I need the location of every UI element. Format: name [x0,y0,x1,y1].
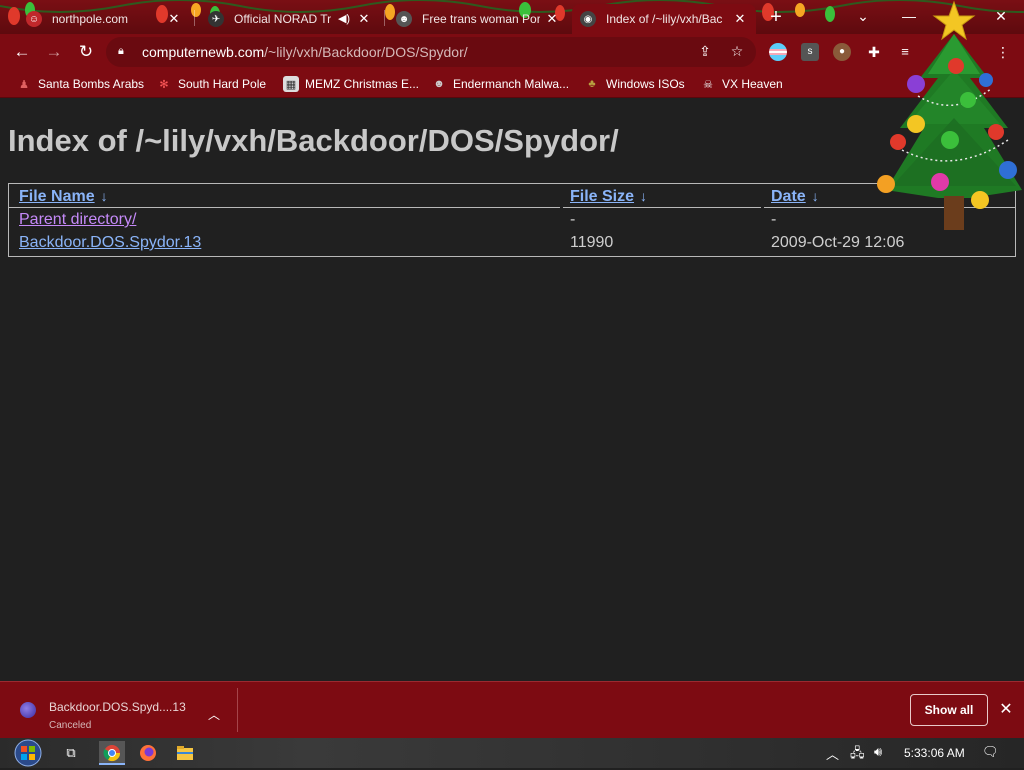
tab-index-spydor[interactable]: ◉ Index of /~lily/vxh/Bac ✕ [572,4,756,34]
trans-flag-extension-icon[interactable] [769,43,787,61]
tab-title: Index of /~lily/vxh/Bac [606,12,723,26]
taskbar-clock[interactable]: 5:33:06 AM [904,746,965,760]
sort-arrow-icon: ↓ [811,188,819,204]
tab-strip: ☺ northpole.com ✕ ✈ Official NORAD Tr ◀)… [0,0,1024,34]
reload-button[interactable]: ↻ [74,40,98,64]
close-tab-icon[interactable]: ✕ [356,11,372,27]
memz-icon: ▦ [283,76,299,92]
show-all-button[interactable]: Show all [910,694,988,726]
sort-arrow-icon: ↓ [640,188,648,204]
url-host: computernewb.com [142,44,265,60]
santa-icon: ♟ [19,78,29,91]
bookmark-memz-christmas[interactable]: ▦ MEMZ Christmas E... [283,75,419,93]
tab-title: Free trans woman Porn [422,12,540,26]
media-queue-icon[interactable]: ≡ [896,43,914,61]
lock-icon[interactable]: 🔒︎ [118,45,130,59]
bookmark-label: Endermanch Malwa... [453,77,570,91]
tree-icon: ♣ [588,78,596,90]
column-header-file-name[interactable]: File Name ↓ [19,188,108,206]
sort-arrow-icon: ↓ [100,188,108,204]
folder-icon [177,746,193,760]
avatar-extension-icon[interactable]: ● [833,43,851,61]
bookmark-star-icon[interactable]: ☆ [728,42,746,60]
close-tab-icon[interactable]: ✕ [732,11,748,27]
tab-free-trans[interactable]: ☻ Free trans woman Porn ✕ [388,4,568,34]
bookmark-label: MEMZ Christmas E... [305,77,420,91]
column-header-file-size[interactable]: File Size ↓ [570,188,647,206]
tab-search-button[interactable]: ⌄ [845,4,881,28]
volume-icon[interactable]: 🔊︎ [874,744,882,760]
snowflake-icon: ✻ [159,78,169,91]
firefox-icon [140,745,156,761]
raccoon-icon: ☻ [433,78,445,90]
vx-icon: ☠ [703,78,713,91]
share-icon[interactable]: ⇪ [696,42,714,60]
show-hidden-icons-chevron-icon[interactable]: ︿ [826,744,839,763]
download-shelf: Backdoor.DOS.Spyd....13 Canceled ︿ Show … [0,681,1024,738]
download-item[interactable]: Backdoor.DOS.Spyd....13 Canceled ︿ [12,688,238,732]
close-download-shelf-icon[interactable]: ✕ [996,700,1016,720]
bookmark-label: Santa Bombs Arabs [38,77,145,91]
bookmark-santa-bombs[interactable]: ♟ Santa Bombs Arabs [16,75,144,93]
chevron-up-icon[interactable]: ︿ [204,706,224,722]
column-header-date[interactable]: Date ↓ [771,188,819,206]
task-view-icon[interactable]: ⧉ [58,741,84,765]
file-size-cell: 11990 [570,234,614,251]
chrome-icon [103,745,121,762]
header-divider [9,207,560,208]
address-bar[interactable]: 🔒︎ computernewb.com/~lily/vxh/Backdoor/D… [106,37,756,67]
page-content: Index of /~lily/vxh/Backdoor/DOS/Spydor/… [0,99,1024,681]
tab-norad[interactable]: ✈ Official NORAD Tr ◀) ✕ [200,4,380,34]
file-icon [20,702,36,718]
bookmark-windows-isos[interactable]: ♣ Windows ISOs [584,75,685,93]
file-link-backdoor-dos-spydor[interactable]: Backdoor.DOS.Spydor.13 [19,234,201,252]
back-button[interactable]: ← [10,40,34,64]
bookmarks-bar: ♟ Santa Bombs Arabs ✻ South Hard Pole ▦ … [0,70,1024,98]
download-filename: Backdoor.DOS.Spyd....13 [49,700,186,714]
windows-taskbar: ⧉ ︿ 🖧︎ 🔊︎ 5:33:06 AM 🗨︎ [0,738,1024,768]
date-cell: - [771,211,777,228]
minimize-button[interactable]: — [891,4,927,28]
download-status: Canceled [49,720,92,731]
speaker-icon[interactable]: ◀) [336,11,352,27]
tab-separator [384,10,385,26]
browser-toolbar: ← → ↻ 🔒︎ computernewb.com/~lily/vxh/Back… [0,34,1024,70]
bookmark-vx-heaven[interactable]: ☠ VX Heaven [700,75,783,93]
tab-title: Official NORAD Tr [234,12,332,26]
forward-button[interactable]: → [42,40,66,64]
header-divider [563,207,761,208]
s-extension-icon[interactable]: s [801,43,819,61]
bookmark-south-hard-pole[interactable]: ✻ South Hard Pole [156,75,266,93]
firefox-taskbar-icon[interactable] [135,741,161,765]
close-window-button[interactable]: ✕ [983,4,1019,28]
extensions-puzzle-icon[interactable]: ✚ [865,43,883,61]
start-button[interactable] [10,738,46,768]
santa-favicon-icon: ☺ [26,11,42,27]
header-divider [764,207,1015,208]
url-path: /~lily/vxh/Backdoor/DOS/Spydor/ [264,44,468,60]
bookmark-endermanch[interactable]: ☻ Endermanch Malwa... [431,75,569,93]
bookmark-label: South Hard Pole [178,77,267,91]
raccoon-favicon-icon: ☻ [396,11,412,27]
network-icon[interactable]: 🖧︎ [850,744,865,766]
notifications-icon[interactable]: 🗨︎ [982,744,999,760]
file-size-cell: - [570,211,576,228]
norad-favicon-icon: ✈ [208,11,224,27]
chrome-taskbar-icon[interactable] [99,741,125,765]
directory-listing-table: File Name ↓ File Size ↓ Date ↓ Parent direc… [8,183,1016,257]
bookmark-label: VX Heaven [722,77,783,91]
page-title: Index of /~lily/vxh/Backdoor/DOS/Spydor/ [8,123,619,158]
new-tab-button[interactable]: + [764,6,788,30]
tab-separator [194,10,195,26]
parent-directory-link[interactable]: Parent directory/ [19,211,136,229]
tab-title: northpole.com [52,12,129,26]
file-explorer-taskbar-icon[interactable] [172,741,198,765]
close-tab-icon[interactable]: ✕ [544,11,560,27]
close-tab-icon[interactable]: ✕ [166,11,182,27]
menu-dots-icon[interactable]: ⋮ [994,43,1012,61]
globe-favicon-icon: ◉ [580,11,596,27]
tab-northpole[interactable]: ☺ northpole.com ✕ [18,4,190,34]
bookmark-label: Windows ISOs [606,77,685,91]
date-cell: 2009-Oct-29 12:06 [771,234,905,251]
